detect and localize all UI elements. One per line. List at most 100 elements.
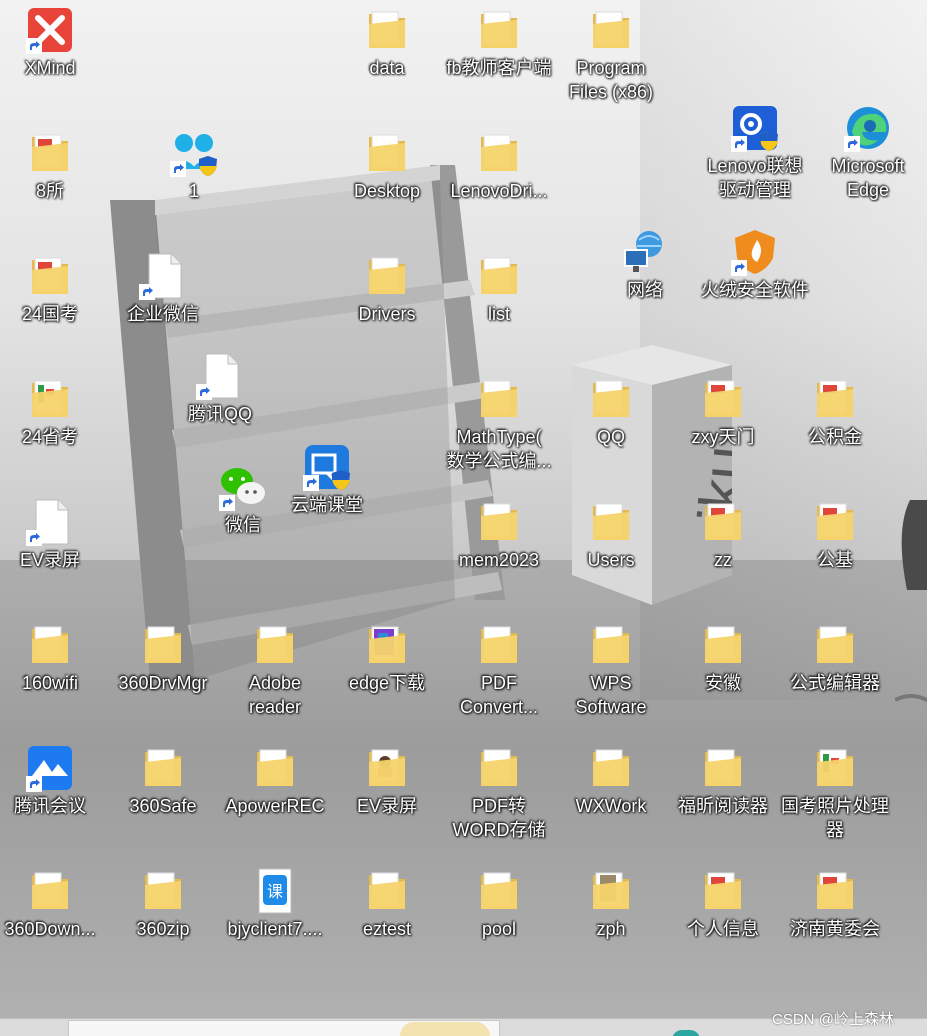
folder-icon: [922, 621, 927, 669]
desktop-icon[interactable]: Drivers: [331, 246, 443, 362]
users-icon: [170, 129, 218, 177]
desktop-icon[interactable]: 160wifi: [0, 615, 106, 731]
folder-photo-icon: [363, 744, 411, 792]
folder-icon: [587, 375, 635, 423]
desktop-icon[interactable]: 个人信息: [667, 861, 779, 977]
desktop-icon-label: 火绒安全软件: [701, 280, 809, 300]
desktop-icon[interactable]: 企业微信: [107, 246, 219, 362]
desktop-icon-label: 腾讯QQ: [187, 404, 252, 424]
desktop-icon[interactable]: 360zip: [107, 861, 219, 977]
desktop-icon[interactable]: LenovoDri...: [443, 123, 555, 239]
folder-icon: [475, 744, 523, 792]
desktop-icon[interactable]: Adobe reader: [219, 615, 331, 731]
desktop-icon-label: 360Down...: [4, 919, 96, 939]
desktop-icon[interactable]: 1: [138, 123, 250, 239]
folder-icon: [363, 867, 411, 915]
taskbar-app-icon[interactable]: [672, 1030, 700, 1036]
folder-icon: [922, 744, 927, 792]
desktop-icon[interactable]: PDF Convert...: [443, 615, 555, 731]
desktop-icon[interactable]: pool: [443, 861, 555, 977]
folder-icon: [139, 867, 187, 915]
desktop-icon-label: 360DrvMgr: [118, 673, 208, 693]
desktop-icon[interactable]: 腾讯QQ: [164, 346, 276, 462]
desktop-icon[interactable]: 教: [896, 246, 927, 362]
folder-icon: [475, 6, 523, 54]
desktop-icon[interactable]: 8所: [0, 123, 106, 239]
desktop-icon[interactable]: ApowerREC: [219, 738, 331, 854]
desktop-icon-label: Desktop: [353, 181, 421, 201]
desktop-icon[interactable]: 360DrvMgr: [107, 615, 219, 731]
huorong-icon: [731, 228, 779, 276]
desktop-icon[interactable]: 国考照片处理 器: [779, 738, 891, 854]
desktop-icon[interactable]: Desktop: [331, 123, 443, 239]
desktop-icon-label: 云端课堂: [291, 495, 363, 515]
desktop-icon[interactable]: 济南黄委会: [779, 861, 891, 977]
desktop-icon[interactable]: 公式编辑器: [779, 615, 891, 731]
desktop-icon-label: 1: [188, 181, 199, 201]
desktop-wallpaper: iku XMind data fb教师客户端 Program Files (x8…: [0, 0, 927, 1036]
desktop-icon-label: 网络: [627, 280, 663, 300]
desktop-icon[interactable]: list: [443, 246, 555, 362]
desktop-icon-label: 国考照片处理 器: [781, 796, 889, 840]
desktop-icon-label: Adobe reader: [248, 673, 302, 717]
desktop-icon[interactable]: data: [331, 0, 443, 116]
desktop-icon-label: Drivers: [358, 304, 416, 324]
folder-color-icon: [363, 621, 411, 669]
desktop-icon[interactable]: PDF转 WORD存储: [443, 738, 555, 854]
desktop-icon[interactable]: fb教师客户端: [443, 0, 555, 116]
desktop-icon[interactable]: zph: [555, 861, 667, 977]
desktop-icon[interactable]: 腾讯会议: [0, 738, 106, 854]
desktop-icon[interactable]: 福昕阅读器: [667, 738, 779, 854]
desktop-icon-label: ApowerREC: [225, 796, 325, 816]
desktop-icon[interactable]: QQ: [555, 369, 667, 485]
desktop-icon-label: EV录屏: [356, 796, 417, 816]
desktop-icon[interactable]: 鲁: [890, 615, 927, 731]
folder-icon: [475, 252, 523, 300]
desktop-icon-label: LenovoDri...: [450, 181, 548, 201]
desktop-icon-label: 个人信息: [687, 919, 759, 939]
folder-icon: [475, 129, 523, 177]
desktop-icon[interactable]: Microsoft Edge: [812, 98, 924, 214]
desktop-icon-label: list: [488, 304, 510, 324]
desktop-icon-label: Program Files (x86): [568, 58, 653, 102]
desktop-icon[interactable]: 云端课堂: [271, 437, 383, 553]
desktop-icon-label: 福昕阅读器: [678, 796, 768, 816]
desktop-icon[interactable]: 人: [890, 738, 927, 854]
desktop-icon[interactable]: eztest: [331, 861, 443, 977]
folder-icon: [139, 621, 187, 669]
desktop-icon-label: WPS Software: [575, 673, 647, 717]
folder-icon: [251, 621, 299, 669]
desktop-icon[interactable]: 课 bjyclient7....: [219, 861, 331, 977]
desktop-icon[interactable]: 公积金: [779, 369, 891, 485]
desktop-icon[interactable]: 辽宁: [890, 492, 927, 608]
desktop-icon[interactable]: mem2023: [443, 492, 555, 608]
desktop-icon-label: 8所: [35, 181, 64, 201]
desktop-icon[interactable]: XMind: [0, 0, 106, 116]
desktop-icon[interactable]: 360Safe: [107, 738, 219, 854]
desktop-icon[interactable]: 火绒安全软件: [699, 222, 811, 338]
desktop-icon[interactable]: 网络: [589, 222, 701, 338]
desktop-icon[interactable]: Lenovo联想 驱动管理: [699, 98, 811, 214]
desktop-icon[interactable]: 24省考: [0, 369, 106, 485]
desktop-icon[interactable]: Users: [555, 492, 667, 608]
desktop-icon-label: PDF转 WORD存储: [452, 796, 546, 840]
desktop-icon[interactable]: MathType( 数学公式编...: [443, 369, 555, 485]
desktop-icon-label: fb教师客户端: [446, 58, 552, 78]
desktop-icon-label: zz: [714, 550, 732, 570]
desktop-icon[interactable]: zxy天门: [667, 369, 779, 485]
desktop-icon[interactable]: 公基: [779, 492, 891, 608]
desktop-icon[interactable]: WPS Software: [555, 615, 667, 731]
desktop-icon[interactable]: zz: [667, 492, 779, 608]
desktop-icon[interactable]: EV录屏: [0, 492, 106, 608]
desktop-icon[interactable]: edge下载: [331, 615, 443, 731]
folder-icon: [587, 744, 635, 792]
watermark: CSDN @岭上森林: [772, 1011, 894, 1028]
desktop-icon[interactable]: WXWork: [555, 738, 667, 854]
desktop-icon[interactable]: 24国考: [0, 246, 106, 362]
desktop-icon[interactable]: 360Down...: [0, 861, 106, 977]
desktop-icon[interactable]: Program Files (x86): [555, 0, 667, 116]
desktop-icon[interactable]: EV录屏: [331, 738, 443, 854]
desktop-icon-label: Users: [587, 550, 635, 570]
desktop-icon[interactable]: 安徽: [667, 615, 779, 731]
desktop-icon-label: Microsoft Edge: [831, 156, 905, 200]
